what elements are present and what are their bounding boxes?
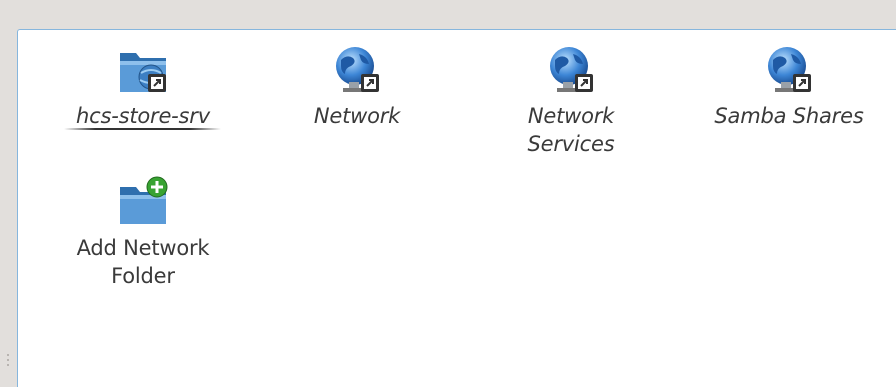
item-label: Add Network [76,236,210,260]
window-top-strip [0,0,896,30]
item-label: hcs-store-srv [76,104,210,128]
folder-remote-link-icon [120,53,166,92]
item-label: Network [313,104,401,128]
network-item-network[interactable]: Network [276,42,438,136]
globe-link-icon [768,47,811,92]
resize-grip[interactable] [7,354,9,366]
item-label: Network [527,104,615,128]
item-label-line2: Services [527,132,615,156]
add-network-folder-button[interactable]: Add Network Folder [62,174,224,292]
selection-underline [64,128,221,130]
item-label: Samba Shares [714,104,864,128]
globe-link-icon [550,47,593,92]
folder-add-icon [120,176,168,224]
network-item-samba-shares[interactable]: Samba Shares [703,42,875,136]
network-item-network-services[interactable]: Network Services [490,42,652,160]
globe-link-icon [336,47,379,92]
network-item-hcs-store-srv[interactable]: hcs-store-srv [62,42,224,136]
item-label-line2: Folder [111,264,175,288]
